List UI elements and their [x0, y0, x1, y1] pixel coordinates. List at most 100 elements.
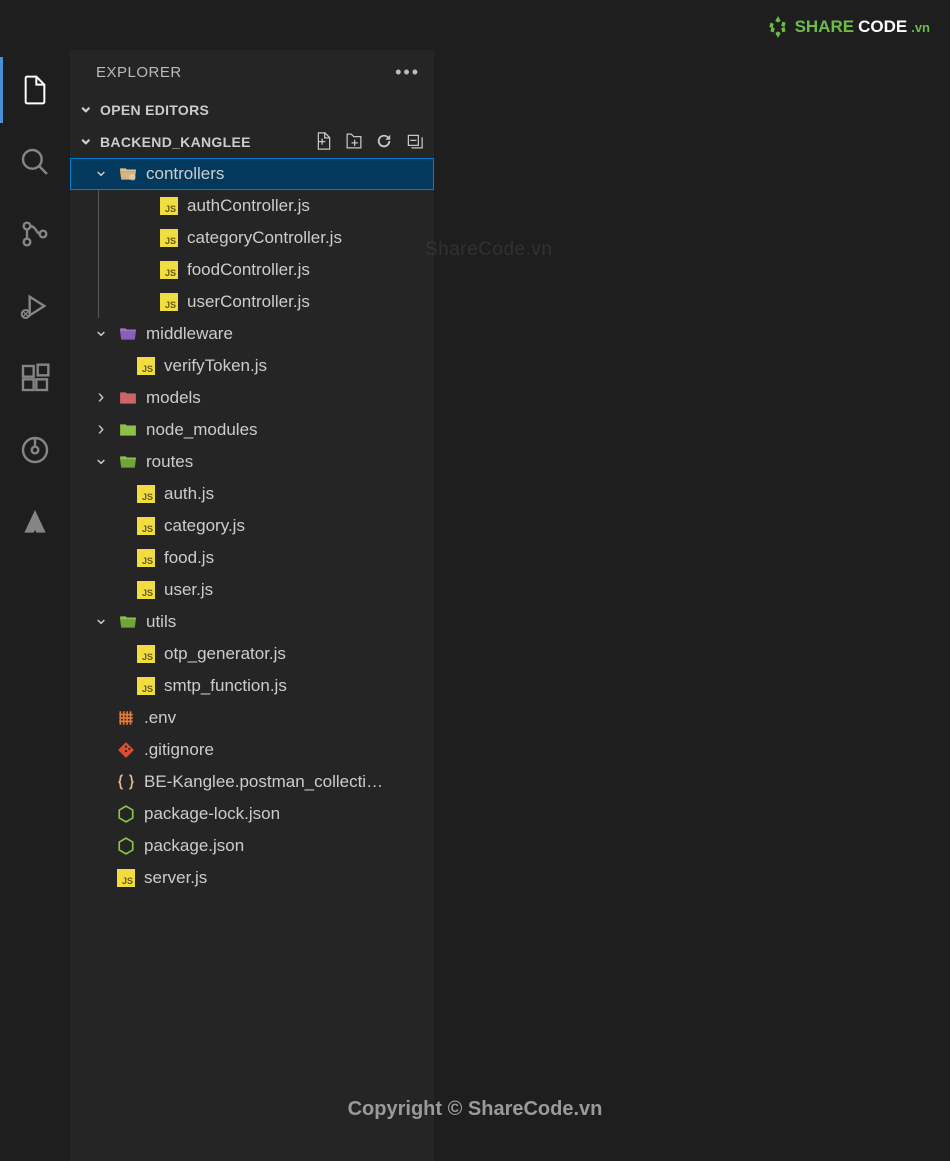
collapse-all-icon[interactable] [404, 131, 424, 154]
folder-utils[interactable]: utils [70, 606, 434, 638]
file-package-lock[interactable]: package-lock.json [70, 798, 434, 830]
file-category[interactable]: JS category.js [70, 510, 434, 542]
file-verifytoken[interactable]: JS verifyToken.js [70, 350, 434, 382]
activity-atlassian-icon[interactable] [0, 497, 70, 547]
file-authcontroller[interactable]: JSauthController.js [99, 190, 434, 222]
file-food[interactable]: JS food.js [70, 542, 434, 574]
js-icon: JS [136, 548, 156, 568]
chevron-right-icon [92, 422, 110, 438]
brand-vn-text: .vn [911, 20, 930, 35]
js-icon: JS [136, 356, 156, 376]
chevron-down-icon [92, 326, 110, 342]
file-smtp-function[interactable]: JS smtp_function.js [70, 670, 434, 702]
file-label: .gitignore [144, 740, 214, 760]
nodejs-icon [116, 804, 136, 824]
editor-area: ShareCode.vn [435, 50, 950, 1161]
copyright-text: Copyright © ShareCode.vn [0, 1098, 950, 1121]
open-editors-label: OPEN EDITORS [100, 102, 209, 118]
activity-extensions-icon[interactable] [0, 353, 70, 403]
file-label: foodController.js [187, 260, 310, 280]
file-label: package-lock.json [144, 804, 280, 824]
file-gitignore[interactable]: .gitignore [70, 734, 434, 766]
js-icon: JS [136, 484, 156, 504]
file-auth[interactable]: JS auth.js [70, 478, 434, 510]
folder-routes[interactable]: routes [70, 446, 434, 478]
file-usercontroller[interactable]: JSuserController.js [99, 286, 434, 318]
folder-label: models [146, 388, 201, 408]
folder-controllers[interactable]: controllers [70, 158, 434, 190]
project-section[interactable]: BACKEND_KANGLEE [70, 126, 434, 158]
sidebar-header: EXPLORER ••• [70, 50, 434, 94]
file-label: verifyToken.js [164, 356, 267, 376]
folder-label: controllers [146, 164, 224, 184]
js-icon: JS [136, 580, 156, 600]
brand-code-text: CODE [858, 17, 907, 37]
project-name-label: BACKEND_KANGLEE [100, 134, 251, 150]
folder-label: middleware [146, 324, 233, 344]
file-tree: controllers JSauthController.js JS catego… [70, 158, 434, 1161]
file-env[interactable]: .env [70, 702, 434, 734]
refresh-icon[interactable] [374, 131, 394, 154]
folder-icon [118, 388, 138, 408]
activity-explorer-icon[interactable] [0, 65, 70, 115]
file-label: category.js [164, 516, 245, 536]
activity-gitlens-icon[interactable] [0, 425, 70, 475]
file-label: auth.js [164, 484, 214, 504]
chevron-down-icon [92, 614, 110, 630]
file-server[interactable]: JSserver.js [70, 862, 434, 894]
file-label: food.js [164, 548, 214, 568]
js-icon: JS [159, 292, 179, 312]
explorer-sidebar: EXPLORER ••• OPEN EDITORS BACKEND_KANGLE… [70, 50, 435, 1161]
file-postman[interactable]: BE-Kanglee.postman_collecti… [70, 766, 434, 798]
file-otp-generator[interactable]: JS otp_generator.js [70, 638, 434, 670]
project-actions [314, 131, 424, 154]
folder-label: node_modules [146, 420, 258, 440]
sidebar-more-icon[interactable]: ••• [395, 62, 420, 83]
file-label: package.json [144, 836, 244, 856]
js-icon: JS [159, 260, 179, 280]
recycle-icon [765, 14, 791, 40]
file-foodcontroller[interactable]: JS foodController.js [99, 254, 434, 286]
nodejs-icon [116, 836, 136, 856]
chevron-right-icon [92, 390, 110, 406]
git-icon [116, 740, 136, 760]
chevron-down-icon [92, 454, 110, 470]
file-label: server.js [144, 868, 207, 888]
brand-share-text: SHARE [795, 17, 855, 37]
center-watermark: ShareCode.vn [425, 239, 552, 261]
file-label: otp_generator.js [164, 644, 286, 664]
folder-label: utils [146, 612, 176, 632]
folder-models[interactable]: models [70, 382, 434, 414]
activity-debug-icon[interactable] [0, 281, 70, 331]
titlebar: SHARECODE .vn [0, 0, 950, 50]
js-icon: JS [136, 676, 156, 696]
folder-icon [118, 164, 138, 184]
new-folder-icon[interactable] [344, 131, 364, 154]
folder-node-modules[interactable]: node_modules [70, 414, 434, 446]
sidebar-title: EXPLORER [96, 64, 182, 81]
file-label: smtp_function.js [164, 676, 287, 696]
file-categorycontroller[interactable]: JS categoryController.js [99, 222, 434, 254]
chevron-down-icon [78, 134, 94, 150]
chevron-down-icon [92, 166, 110, 182]
js-icon: JS [159, 228, 179, 248]
folder-icon [118, 324, 138, 344]
file-label: user.js [164, 580, 213, 600]
activity-scm-icon[interactable] [0, 209, 70, 259]
file-label: categoryController.js [187, 228, 342, 248]
file-package[interactable]: package.json [70, 830, 434, 862]
js-icon: JS [136, 644, 156, 664]
file-user[interactable]: JS user.js [70, 574, 434, 606]
folder-icon [118, 612, 138, 632]
new-file-icon[interactable] [314, 131, 334, 154]
folder-icon [118, 420, 138, 440]
chevron-down-icon [78, 102, 94, 118]
open-editors-section[interactable]: OPEN EDITORS [70, 94, 434, 126]
activity-bar [0, 50, 70, 1161]
activity-search-icon[interactable] [0, 137, 70, 187]
folder-middleware[interactable]: middleware [70, 318, 434, 350]
json-icon [116, 772, 136, 792]
js-icon: JS [136, 516, 156, 536]
folder-label: routes [146, 452, 193, 472]
folder-icon [118, 452, 138, 472]
